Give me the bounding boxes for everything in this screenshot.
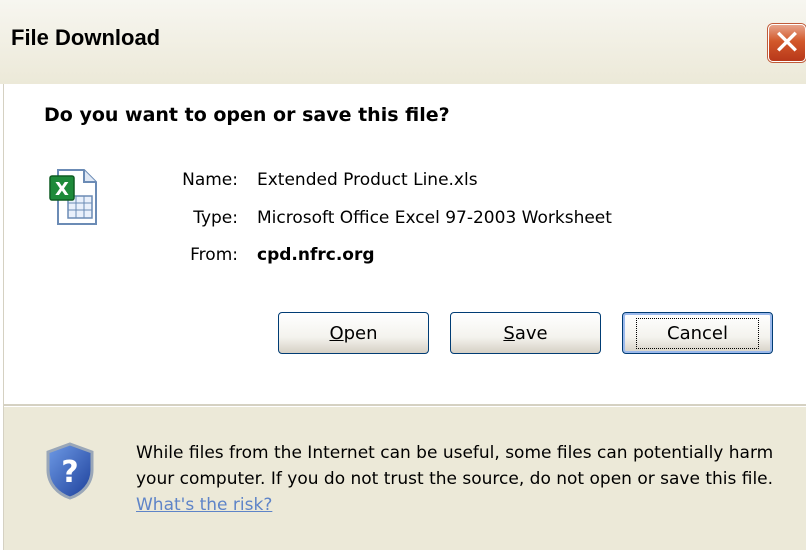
section-divider bbox=[4, 404, 806, 407]
main-panel bbox=[0, 84, 806, 404]
close-button[interactable]: ✕ bbox=[768, 24, 806, 62]
save-button-accel: S bbox=[503, 322, 515, 344]
close-icon: ✕ bbox=[772, 23, 802, 63]
save-button[interactable]: Save bbox=[450, 312, 601, 354]
type-value: Microsoft Office Excel 97-2003 Worksheet bbox=[257, 208, 612, 228]
name-label: Name: bbox=[182, 170, 238, 190]
cancel-button-label: Cancel bbox=[636, 317, 759, 349]
shield-question-icon: ? bbox=[46, 442, 94, 500]
file-download-dialog: File Download ✕ Do you want to open or s… bbox=[0, 0, 806, 550]
window-title: File Download bbox=[11, 25, 161, 50]
open-button-accel: O bbox=[329, 322, 344, 344]
warning-message: While files from the Internet can be use… bbox=[136, 443, 774, 489]
open-button[interactable]: Open bbox=[278, 312, 429, 354]
type-label: Type: bbox=[193, 208, 238, 228]
whats-the-risk-link[interactable]: What's the risk? bbox=[136, 495, 272, 515]
from-label: From: bbox=[190, 245, 238, 265]
from-value: cpd.nfrc.org bbox=[257, 245, 375, 265]
name-value: Extended Product Line.xls bbox=[257, 170, 478, 190]
save-button-label: ave bbox=[514, 322, 548, 344]
excel-file-icon: X bbox=[49, 169, 97, 225]
cancel-button[interactable]: Cancel bbox=[622, 312, 773, 354]
warning-text: While files from the Internet can be use… bbox=[136, 440, 796, 518]
open-button-label: pen bbox=[343, 322, 378, 344]
svg-text:X: X bbox=[55, 179, 69, 200]
question-heading: Do you want to open or save this file? bbox=[44, 104, 450, 126]
svg-text:?: ? bbox=[61, 455, 78, 490]
window-left-border bbox=[0, 84, 4, 550]
